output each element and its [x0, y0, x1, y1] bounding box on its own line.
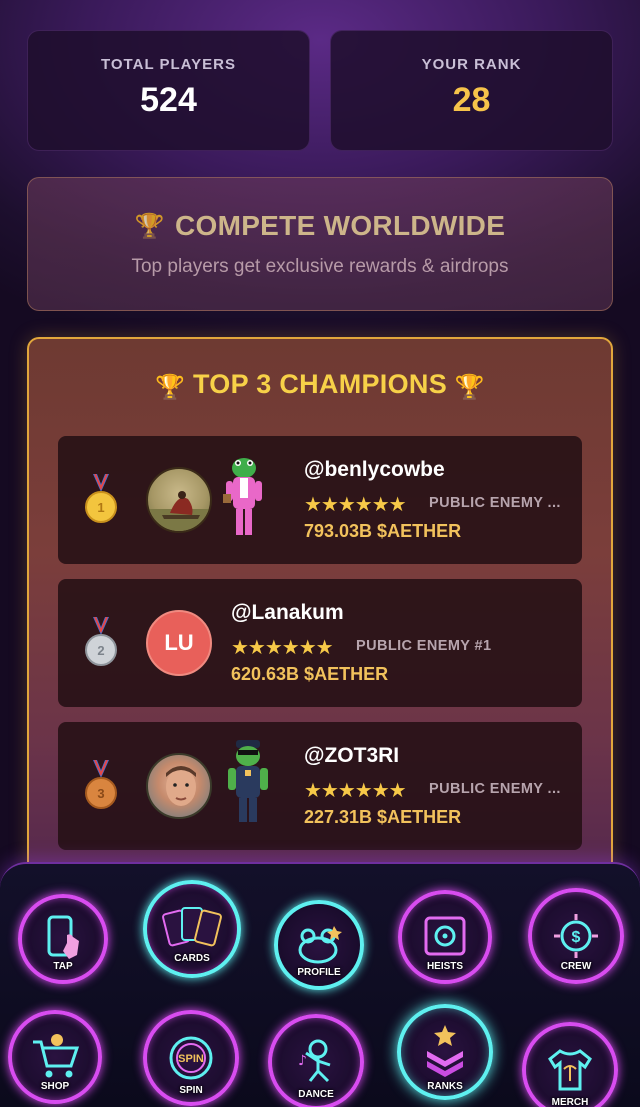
- nav-shop-button[interactable]: SHOP: [8, 1010, 102, 1104]
- nav-merch-button[interactable]: MERCH: [522, 1022, 618, 1107]
- player-score: 793.03B $AETHER: [304, 521, 462, 541]
- nav-label: DANCE: [298, 1089, 334, 1100]
- trophy-icon: 🏆: [154, 374, 186, 401]
- nav-label: CARDS: [174, 953, 210, 964]
- player-name: @benlycowbe: [304, 458, 445, 481]
- nav-dance-button[interactable]: ♪ DANCE: [268, 1014, 364, 1107]
- total-players-card: TOTAL PLAYERS 524: [27, 30, 310, 151]
- player-avatar: [146, 753, 212, 819]
- svg-text:1: 1: [97, 500, 104, 515]
- nav-tap-button[interactable]: TAP: [18, 894, 108, 984]
- frog-icon: [298, 926, 342, 964]
- photo-avatar: [166, 766, 196, 806]
- champion-row-1[interactable]: 1 @benlycowbe ★★★★★★ PUBLIC ENEMY ... 79…: [58, 436, 582, 564]
- shirt-icon: [548, 1049, 592, 1091]
- nav-label: TAP: [53, 961, 73, 972]
- nav-label: RANKS: [427, 1081, 463, 1092]
- cart-icon: [33, 1034, 80, 1078]
- rank-title: PUBLIC ENEMY ...: [429, 495, 561, 511]
- player-score: 227.31B $AETHER: [304, 807, 462, 827]
- champions-title-row: 🏆 TOP 3 CHAMPIONS 🏆: [29, 369, 611, 402]
- stats-bar: TOTAL PLAYERS 524 YOUR RANK 28: [27, 30, 613, 151]
- nav-cards-button[interactable]: CARDS: [143, 880, 241, 978]
- your-rank-card: YOUR RANK 28: [330, 30, 613, 151]
- champion-row-3[interactable]: 3 @ZOT3RI ★★★★★★ PUBLIC ENEMY ... 227.31…: [58, 722, 582, 850]
- svg-text:♪: ♪: [298, 1053, 307, 1069]
- gold-medal-icon: 1: [85, 474, 117, 523]
- svg-text:$: $: [572, 929, 581, 946]
- chevron-rank-icon: [427, 1025, 463, 1077]
- frog-character-icon: [223, 458, 262, 535]
- nav-label: SHOP: [40, 1081, 70, 1092]
- bronze-medal-icon: 3: [85, 760, 117, 809]
- silver-medal-icon: 2: [85, 617, 117, 666]
- rank-title: PUBLIC ENEMY #1: [356, 638, 492, 654]
- compete-title: COMPETE WORLDWIDE: [174, 210, 506, 241]
- wheel-icon: SPIN: [169, 1036, 213, 1080]
- player-avatar: LU: [146, 610, 212, 676]
- bottom-nav: TAP CARDS PROFILE HEISTS $ CREW SHOP SPI…: [0, 862, 640, 1107]
- coin-crew-icon: $: [554, 914, 598, 958]
- nav-spin-button[interactable]: SPIN SPIN: [143, 1010, 239, 1106]
- safe-icon: [424, 916, 466, 956]
- champions-title: TOP 3 CHAMPIONS: [192, 369, 448, 399]
- your-rank-label: YOUR RANK: [421, 55, 522, 73]
- star-rating: ★★★★★★: [231, 637, 334, 659]
- player-avatar: [146, 467, 212, 533]
- nav-heists-button[interactable]: HEISTS: [398, 890, 492, 984]
- nav-label: HEISTS: [426, 961, 464, 972]
- champion-row-2[interactable]: 2 LU @Lanakum ★★★★★★ PUBLIC ENEMY #1 620…: [58, 579, 582, 707]
- frog-cop-character-icon: [228, 740, 268, 822]
- total-players-value: 524: [140, 80, 197, 119]
- compete-banner: 🏆 COMPETE WORLDWIDE Top players get excl…: [27, 177, 613, 311]
- star-rating: ★★★★★★: [304, 494, 407, 516]
- trophy-icon: 🏆: [134, 212, 165, 240]
- rank-title: PUBLIC ENEMY ...: [429, 781, 561, 797]
- player-score: 620.63B $AETHER: [231, 664, 389, 684]
- star-rating: ★★★★★★: [304, 780, 407, 802]
- total-players-label: TOTAL PLAYERS: [101, 55, 236, 73]
- painting-avatar: [148, 491, 210, 531]
- dancing-frog-icon: ♪: [298, 1039, 331, 1083]
- top-champions-panel: 🏆 TOP 3 CHAMPIONS 🏆 1 @benlycowbe ★★★★★★…: [27, 337, 613, 877]
- trophy-icon: 🏆: [454, 374, 486, 401]
- player-name: @ZOT3RI: [304, 744, 400, 767]
- svg-text:2: 2: [97, 643, 104, 658]
- player-name: @Lanakum: [231, 601, 344, 624]
- nav-label: MERCH: [551, 1097, 589, 1107]
- svg-text:3: 3: [97, 786, 104, 801]
- compete-title-row: 🏆 COMPETE WORLDWIDE: [135, 210, 505, 242]
- phone-tap-icon: [47, 915, 79, 959]
- cards-icon: [162, 907, 222, 947]
- svg-text:SPIN: SPIN: [178, 1053, 204, 1065]
- nav-label: SPIN: [179, 1085, 203, 1096]
- nav-label: PROFILE: [297, 967, 341, 978]
- avatar-initials: LU: [164, 630, 194, 655]
- nav-profile-button[interactable]: PROFILE: [274, 900, 364, 990]
- your-rank-value: 28: [452, 80, 491, 119]
- nav-ranks-button[interactable]: RANKS: [397, 1004, 493, 1100]
- nav-crew-button[interactable]: $ CREW: [528, 888, 624, 984]
- compete-subtitle: Top players get exclusive rewards & aird…: [131, 256, 509, 277]
- nav-label: CREW: [560, 961, 592, 972]
